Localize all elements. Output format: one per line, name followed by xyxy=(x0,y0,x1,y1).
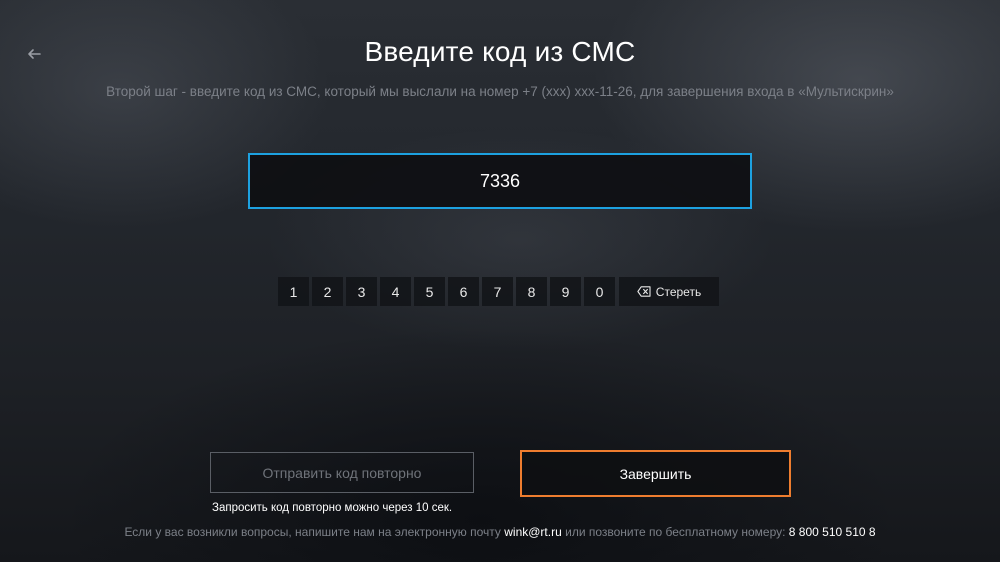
sms-code-input[interactable]: 7336 xyxy=(248,153,752,209)
key-7[interactable]: 7 xyxy=(482,277,513,306)
page-title: Введите код из СМС xyxy=(364,36,636,67)
support-email-link[interactable]: wink@rt.ru xyxy=(504,525,562,539)
key-2[interactable]: 2 xyxy=(312,277,343,306)
key-3[interactable]: 3 xyxy=(346,277,377,306)
numeric-keypad: 1 2 3 4 5 6 7 8 9 0 Стереть xyxy=(278,277,719,306)
key-0[interactable]: 0 xyxy=(584,277,615,306)
support-footer: Если у вас возникли вопросы, напишите на… xyxy=(0,525,1000,539)
finish-button[interactable]: Завершить xyxy=(520,450,791,497)
backspace-icon xyxy=(637,286,651,297)
support-phone: 8 800 510 510 8 xyxy=(788,525,876,539)
key-4[interactable]: 4 xyxy=(380,277,411,306)
resend-code-button[interactable]: Отправить код повторно xyxy=(210,452,474,493)
footer-text-phone: или позвоните по бесплатному номеру: xyxy=(565,525,786,539)
key-8[interactable]: 8 xyxy=(516,277,547,306)
erase-label: Стереть xyxy=(655,284,702,299)
key-6[interactable]: 6 xyxy=(448,277,479,306)
key-5[interactable]: 5 xyxy=(414,277,445,306)
sms-code-screen: Введите код из СМС Второй шаг - введите … xyxy=(0,0,1000,562)
key-1[interactable]: 1 xyxy=(278,277,309,306)
page-subtitle: Второй шаг - введите код из СМС, который… xyxy=(106,84,894,99)
footer-text-email: Если у вас возникли вопросы, напишите на… xyxy=(124,525,501,539)
erase-button[interactable]: Стереть xyxy=(619,277,719,306)
resend-timer-hint: Запросить код повторно можно через 10 се… xyxy=(212,502,453,514)
key-9[interactable]: 9 xyxy=(550,277,581,306)
